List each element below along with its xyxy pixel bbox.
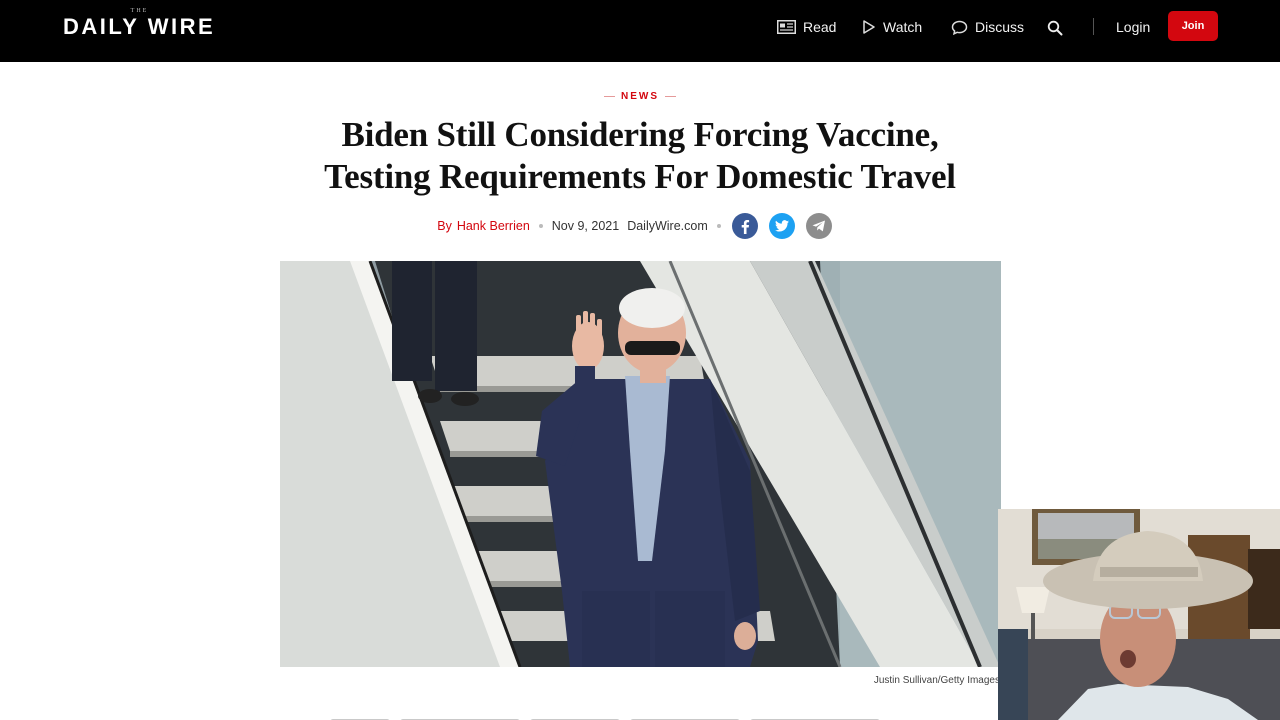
nav-read-label: Read [803, 19, 837, 35]
facebook-icon [741, 219, 749, 234]
byline-separator [716, 224, 721, 228]
publish-date: Nov 9, 2021 [551, 219, 620, 233]
byline-prefix: By [437, 219, 452, 233]
kicker-dash-left [604, 95, 615, 97]
author-link[interactable]: Hank Berrien [457, 219, 530, 233]
chat-bubble-icon [951, 20, 968, 35]
webcam-feed-image [998, 509, 1280, 720]
article-headline: Biden Still Considering Forcing Vaccine,… [250, 114, 1030, 198]
nav-divider [1093, 18, 1094, 35]
search-button[interactable] [1047, 17, 1070, 39]
headline-line-1: Biden Still Considering Forcing Vaccine, [341, 115, 939, 154]
login-link[interactable]: Login [1116, 16, 1150, 38]
byline-separator [538, 224, 543, 228]
nav-discuss-label: Discuss [975, 19, 1025, 35]
login-label: Login [1116, 19, 1151, 35]
nav-watch-label: Watch [883, 19, 923, 35]
play-icon [863, 20, 875, 34]
source-link[interactable]: DailyWire.com [627, 219, 708, 233]
photo-credit: Justin Sullivan/Getty Images [873, 675, 1000, 686]
logo-wordmark: DAILY WIRE [63, 14, 216, 39]
telegram-icon [812, 220, 825, 232]
nav-watch[interactable]: Watch [862, 16, 922, 38]
newspaper-icon [777, 20, 796, 34]
nav-discuss[interactable]: Discuss [951, 16, 1024, 38]
kicker-dash-right [665, 95, 676, 97]
biden-on-airstairs-photo [280, 261, 1001, 667]
site-header: THE DAILY WIRE Read Watch Discuss Login … [0, 0, 1280, 62]
join-button[interactable]: Join [1168, 11, 1218, 41]
share-facebook-button[interactable] [731, 213, 758, 239]
category-text: NEWS [621, 91, 659, 102]
share-twitter-button[interactable] [768, 213, 795, 239]
twitter-icon [774, 220, 789, 232]
article-hero-image[interactable] [280, 261, 1001, 667]
site-logo[interactable]: THE DAILY WIRE [63, 8, 223, 42]
article-body-preview [330, 712, 980, 720]
nav-read[interactable]: Read [777, 16, 836, 38]
search-icon [1047, 20, 1063, 36]
headline-line-2: Testing Requirements For Domestic Travel [324, 157, 956, 196]
webcam-overlay [998, 509, 1280, 720]
category-label[interactable]: NEWS [0, 91, 1280, 102]
share-telegram-button[interactable] [805, 213, 832, 239]
byline: By Hank Berrien Nov 9, 2021 DailyWire.co… [0, 212, 1280, 240]
